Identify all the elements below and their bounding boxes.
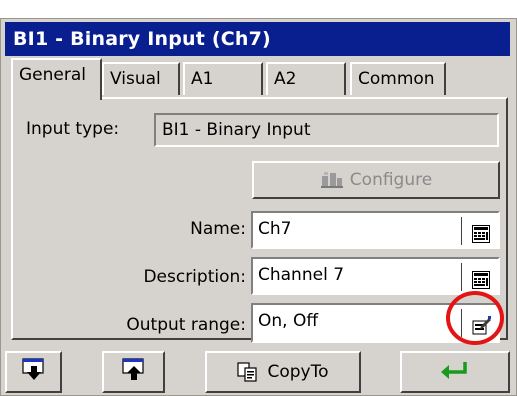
output-range-label: Output range:	[126, 315, 246, 335]
tab-a2[interactable]: A2	[266, 62, 346, 95]
export-button[interactable]	[102, 351, 165, 393]
field-separator	[461, 217, 462, 245]
keyboard-icon[interactable]	[472, 268, 490, 289]
enter-button[interactable]	[400, 351, 510, 393]
tab-visual[interactable]: Visual	[102, 62, 180, 95]
name-value: Ch7	[258, 219, 292, 239]
configure-button[interactable]: Configure	[252, 161, 500, 199]
config-tool-icon	[320, 170, 344, 190]
tab-label: A2	[274, 69, 297, 89]
name-field[interactable]: Ch7	[251, 211, 500, 249]
export-window-icon	[121, 357, 147, 387]
description-value: Channel 7	[258, 265, 345, 285]
tab-label: Common	[358, 69, 435, 89]
tab-a1[interactable]: A1	[183, 62, 263, 95]
field-separator	[461, 263, 462, 291]
highlight-circle	[446, 291, 504, 345]
copy-icon	[237, 362, 259, 382]
input-type-value: BI1 - Binary Input	[154, 113, 499, 147]
name-label: Name:	[190, 219, 246, 239]
tab-label: General	[19, 65, 86, 85]
import-button[interactable]	[5, 351, 62, 393]
tab-label: A1	[191, 69, 214, 89]
window-title: BI1 - Binary Input (Ch7)	[5, 22, 510, 56]
tab-general[interactable]: General	[11, 58, 102, 100]
keyboard-icon[interactable]	[472, 222, 490, 243]
import-window-icon	[21, 357, 47, 387]
enter-arrow-icon	[439, 359, 471, 386]
tab-label: Visual	[110, 69, 161, 89]
copyto-label: CopyTo	[267, 362, 329, 382]
copyto-button[interactable]: CopyTo	[205, 351, 361, 393]
description-label: Description:	[143, 267, 246, 287]
input-type-label: Input type:	[26, 119, 120, 139]
tab-common[interactable]: Common	[350, 62, 446, 95]
description-field[interactable]: Channel 7	[251, 257, 500, 295]
configure-label: Configure	[349, 170, 433, 190]
output-range-value: On, Off	[258, 311, 319, 331]
